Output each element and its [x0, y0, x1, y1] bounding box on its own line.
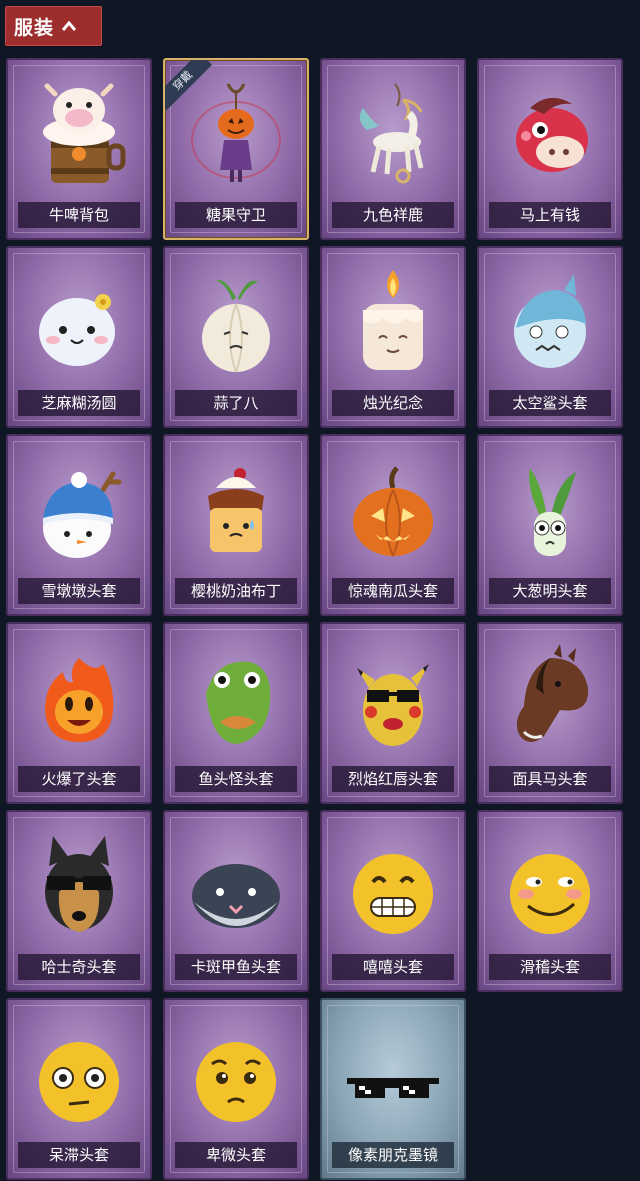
- item-card[interactable]: 呆滞头套: [6, 998, 152, 1180]
- cow-beer-barrel-icon: [29, 80, 129, 190]
- category-title: 服装: [14, 16, 55, 39]
- item-card-equipped[interactable]: 穿戴 糖果守卫: [163, 58, 309, 240]
- candle-icon: [343, 268, 443, 378]
- pudding-icon: [186, 456, 286, 566]
- item-name: 马上有钱: [489, 202, 611, 228]
- horse-mask-icon: [500, 644, 600, 754]
- item-name: 惊魂南瓜头套: [332, 578, 454, 604]
- item-name: 呆滞头套: [18, 1142, 140, 1168]
- chevron-up-icon: [62, 21, 77, 31]
- pikachu-head-icon: [343, 644, 443, 754]
- smirk-emoji-icon: [500, 832, 600, 942]
- item-card[interactable]: 面具马头套: [477, 622, 623, 804]
- item-name: 卑微头套: [175, 1142, 297, 1168]
- fish-head-icon: [186, 644, 286, 754]
- item-name: 芝麻糊汤圆: [18, 390, 140, 416]
- shark-head-icon: [500, 268, 600, 378]
- item-name: 大葱明头套: [489, 578, 611, 604]
- snowman-head-icon: [29, 456, 129, 566]
- deer-pendant-icon: [343, 80, 443, 190]
- costume-grid: 牛啤背包 穿戴 糖果守卫 九色祥鹿 马上有钱 芝麻糊汤圆 蒜了八 烛光纪念 太空…: [6, 58, 623, 1180]
- item-name: 牛啤背包: [18, 202, 140, 228]
- item-card[interactable]: 鱼头怪头套: [163, 622, 309, 804]
- jack-o-lantern-icon: [343, 456, 443, 566]
- dazed-emoji-icon: [29, 1020, 129, 1130]
- fire-head-icon: [29, 644, 129, 754]
- item-card[interactable]: 蒜了八: [163, 246, 309, 428]
- item-card[interactable]: 大葱明头套: [477, 434, 623, 616]
- item-name: 樱桃奶油布丁: [175, 578, 297, 604]
- item-card[interactable]: 芝麻糊汤圆: [6, 246, 152, 428]
- garlic-icon: [186, 268, 286, 378]
- whale-head-icon: [186, 832, 286, 942]
- item-name: 哈士奇头套: [18, 954, 140, 980]
- item-name: 面具马头套: [489, 766, 611, 792]
- item-name: 蒜了八: [175, 390, 297, 416]
- red-horse-head-icon: [500, 80, 600, 190]
- pleading-emoji-icon: [186, 1020, 286, 1130]
- costume-category-toggle[interactable]: 服装: [5, 6, 102, 46]
- item-card[interactable]: 惊魂南瓜头套: [320, 434, 466, 616]
- item-card[interactable]: 九色祥鹿: [320, 58, 466, 240]
- item-card[interactable]: 卑微头套: [163, 998, 309, 1180]
- pixel-sunglasses-icon: [343, 1020, 443, 1130]
- husky-head-icon: [29, 832, 129, 942]
- item-card[interactable]: 樱桃奶油布丁: [163, 434, 309, 616]
- item-card[interactable]: 烈焰红唇头套: [320, 622, 466, 804]
- item-name: 烈焰红唇头套: [332, 766, 454, 792]
- item-card[interactable]: 像素朋克墨镜: [320, 998, 466, 1180]
- item-card[interactable]: 火爆了头套: [6, 622, 152, 804]
- scallion-head-icon: [500, 456, 600, 566]
- item-name: 烛光纪念: [332, 390, 454, 416]
- item-card[interactable]: 牛啤背包: [6, 58, 152, 240]
- item-card[interactable]: 哈士奇头套: [6, 810, 152, 992]
- item-card[interactable]: 滑稽头套: [477, 810, 623, 992]
- item-card[interactable]: 雪墩墩头套: [6, 434, 152, 616]
- rice-ball-icon: [29, 268, 129, 378]
- item-name: 嘻嘻头套: [332, 954, 454, 980]
- item-name: 糖果守卫: [175, 202, 297, 228]
- item-name: 像素朋克墨镜: [332, 1142, 454, 1168]
- item-card[interactable]: 卡斑甲鱼头套: [163, 810, 309, 992]
- pumpkin-scarecrow-icon: [186, 80, 286, 190]
- item-name: 鱼头怪头套: [175, 766, 297, 792]
- item-name: 雪墩墩头套: [18, 578, 140, 604]
- item-card[interactable]: 烛光纪念: [320, 246, 466, 428]
- item-card[interactable]: 太空鲨头套: [477, 246, 623, 428]
- item-name: 太空鲨头套: [489, 390, 611, 416]
- item-card[interactable]: 马上有钱: [477, 58, 623, 240]
- item-card[interactable]: 嘻嘻头套: [320, 810, 466, 992]
- item-name: 卡斑甲鱼头套: [175, 954, 297, 980]
- item-name: 火爆了头套: [18, 766, 140, 792]
- item-name: 九色祥鹿: [332, 202, 454, 228]
- item-name: 滑稽头套: [489, 954, 611, 980]
- grin-emoji-icon: [343, 832, 443, 942]
